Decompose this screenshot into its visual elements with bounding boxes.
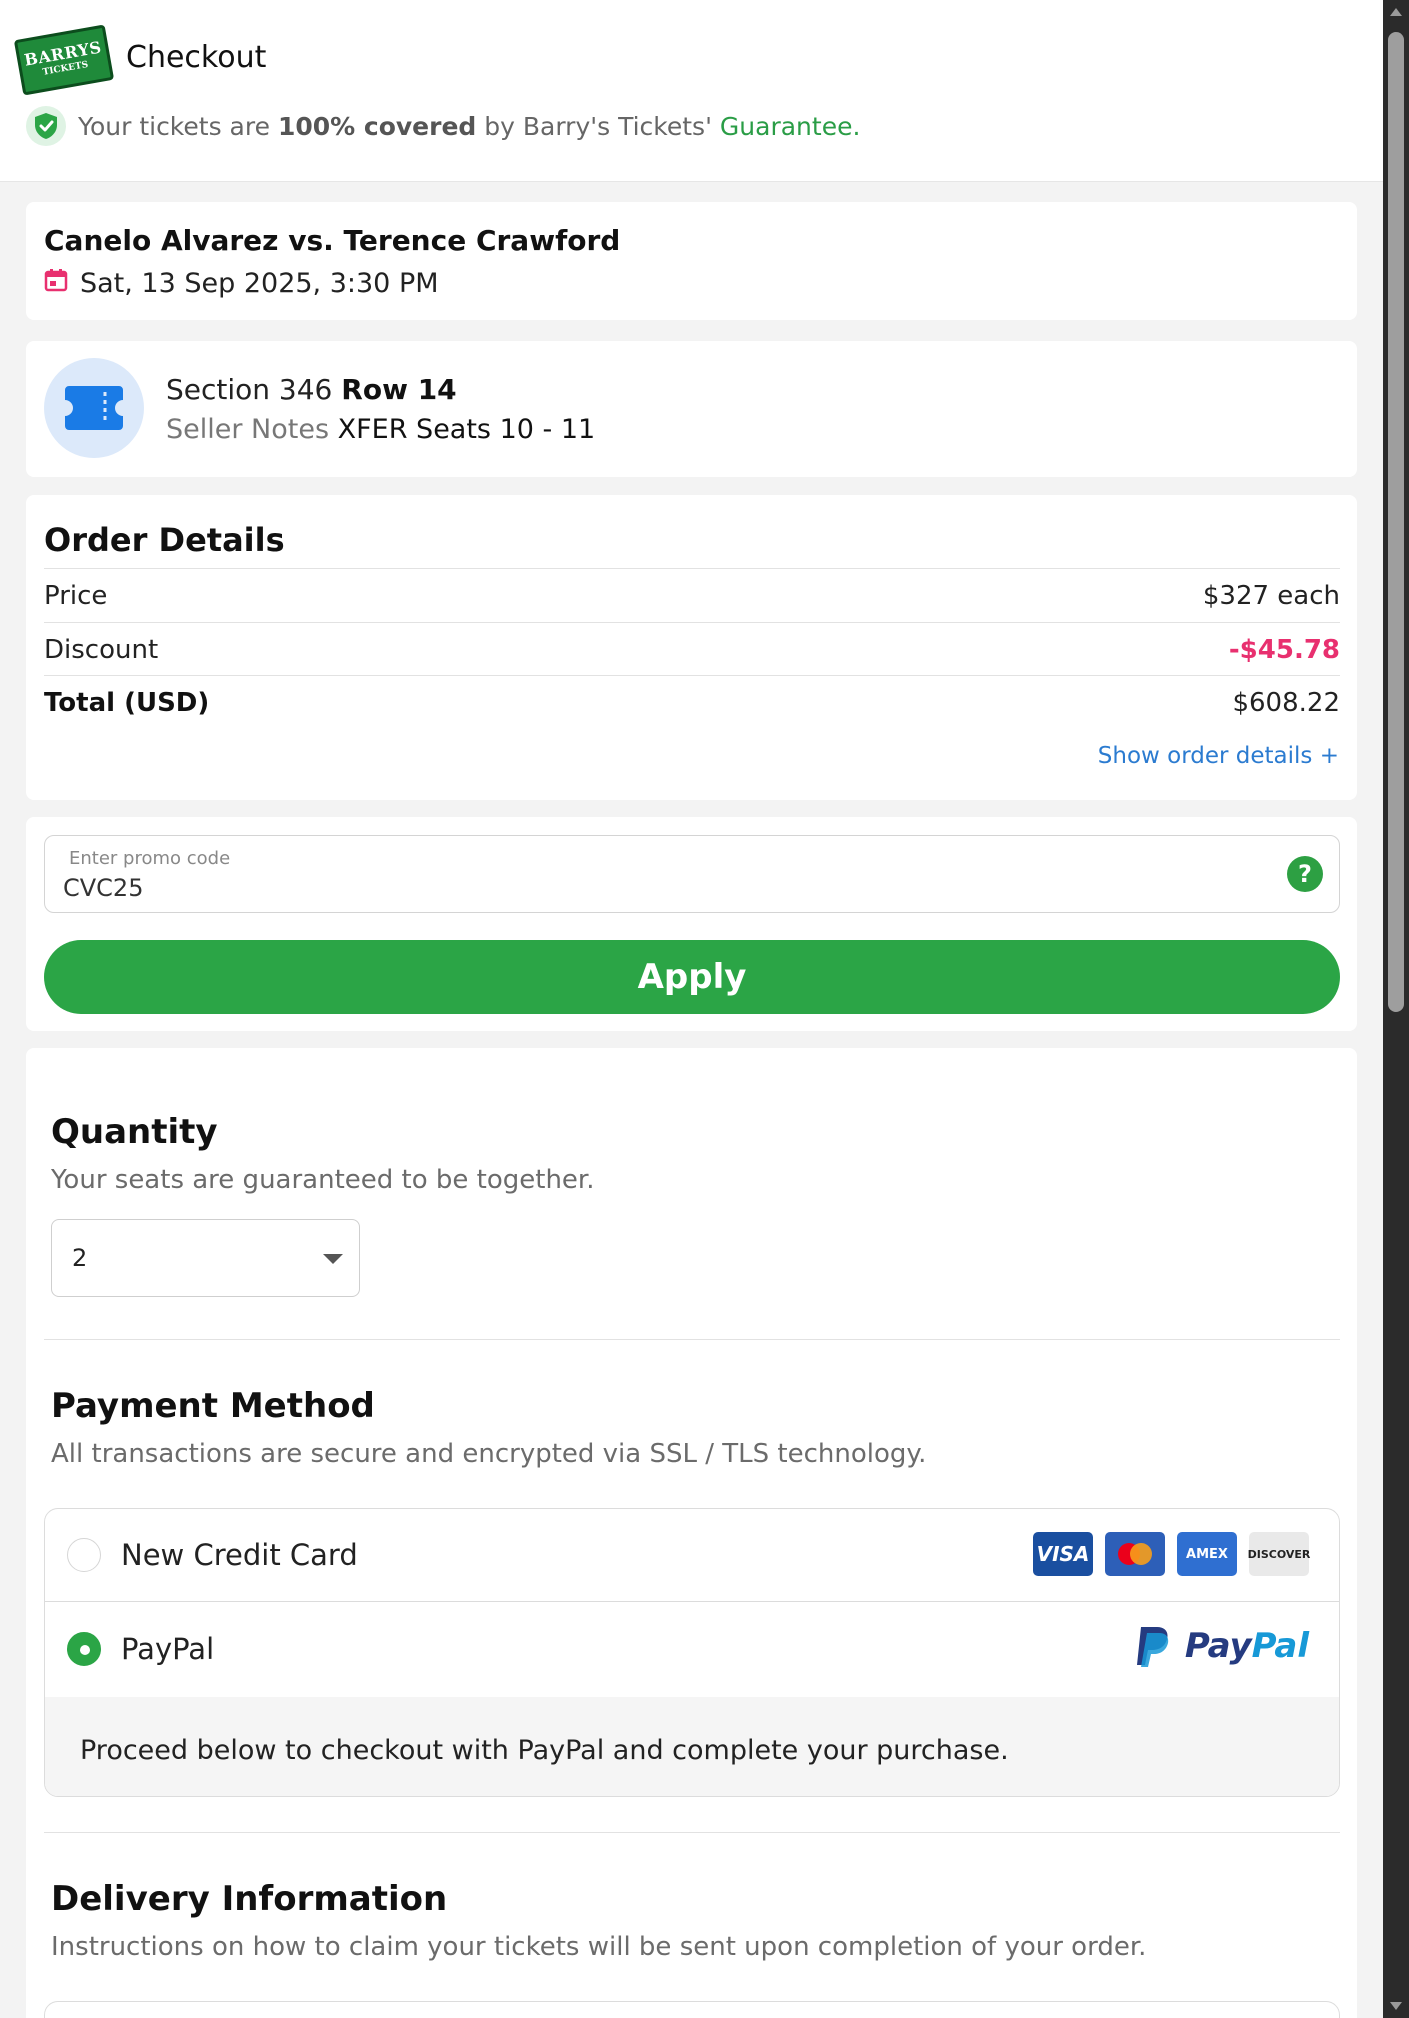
- checkout-form-card: Quantity Your seats are guaranteed to be…: [26, 1048, 1357, 2018]
- seller-notes: Seller Notes XFER Seats 10 - 11: [166, 414, 595, 445]
- credit-card-radio[interactable]: [67, 1538, 101, 1572]
- help-icon[interactable]: ?: [1287, 856, 1323, 892]
- delivery-field[interactable]: [44, 2001, 1340, 2018]
- guarantee-banner: Your tickets are 100% covered by Barry's…: [26, 106, 860, 146]
- order-row-price: Price $327 each: [44, 568, 1340, 622]
- apply-button[interactable]: Apply: [44, 940, 1340, 1014]
- paypal-p-icon: [1136, 1627, 1169, 1667]
- total-label: Total (USD): [44, 687, 210, 718]
- paypal-logo: PayPal: [1135, 1625, 1309, 1667]
- payment-options: New Credit Card VISA AMEX DISCOVER PayPa…: [44, 1508, 1340, 1797]
- page-title: Checkout: [126, 40, 267, 75]
- promo-card: Enter promo code CVC25 ? Apply: [26, 817, 1357, 1031]
- card-brand-logos: VISA AMEX DISCOVER: [1033, 1532, 1310, 1576]
- payment-option-paypal[interactable]: PayPal PayPal: [45, 1603, 1339, 1696]
- promo-code-label: Enter promo code: [69, 848, 231, 869]
- delivery-title: Delivery Information: [51, 1879, 448, 1919]
- price-value: $327 each: [1202, 580, 1340, 611]
- payment-method-subtitle: All transactions are secure and encrypte…: [51, 1439, 927, 1469]
- row-label: Row 14: [341, 373, 457, 406]
- paypal-pay: Pay: [1184, 1626, 1252, 1666]
- delivery-subtitle: Instructions on how to claim your ticket…: [51, 1932, 1147, 1962]
- scrollbar-thumb[interactable]: [1388, 32, 1404, 1012]
- discount-label: Discount: [44, 634, 159, 665]
- vertical-scrollbar[interactable]: [1383, 0, 1409, 2018]
- order-row-total: Total (USD) $608.22: [44, 675, 1340, 729]
- event-date: Sat, 13 Sep 2025, 3:30 PM: [44, 268, 439, 299]
- amex-icon: AMEX: [1177, 1532, 1237, 1576]
- order-row-discount: Discount -$45.78: [44, 622, 1340, 676]
- promo-code-field[interactable]: Enter promo code CVC25 ?: [44, 835, 1340, 913]
- discount-value: -$45.78: [1228, 634, 1340, 665]
- shield-check-icon: [26, 106, 66, 146]
- payment-option-credit-card[interactable]: New Credit Card VISA AMEX DISCOVER: [45, 1509, 1339, 1602]
- event-card: Canelo Alvarez vs. Terence Crawford Sat,…: [26, 202, 1357, 320]
- event-title: Canelo Alvarez vs. Terence Crawford: [44, 224, 621, 257]
- show-order-details-link[interactable]: Show order details +: [1098, 743, 1339, 769]
- event-date-text: Sat, 13 Sep 2025, 3:30 PM: [80, 268, 439, 299]
- credit-card-label: New Credit Card: [121, 1538, 358, 1572]
- quantity-select[interactable]: 2: [51, 1219, 360, 1297]
- order-details-title: Order Details: [44, 521, 285, 559]
- scroll-down-arrow-icon[interactable]: [1390, 2002, 1402, 2010]
- caret-down-icon: [323, 1254, 343, 1264]
- seat-card: Section 346 Row 14 Seller Notes XFER Sea…: [26, 341, 1357, 477]
- seller-notes-label: Seller Notes: [166, 414, 338, 445]
- seat-section-row: Section 346 Row 14: [166, 373, 457, 406]
- barrys-tickets-logo[interactable]: BARRYS TICKETS: [13, 24, 115, 96]
- section-label: Section 346: [166, 373, 342, 406]
- guarantee-link[interactable]: Guarantee.: [720, 112, 861, 141]
- promo-code-input[interactable]: CVC25: [63, 874, 143, 902]
- section-divider: [44, 1339, 1340, 1340]
- payment-method-title: Payment Method: [51, 1386, 375, 1426]
- guarantee-bold: 100% covered: [277, 111, 477, 141]
- price-label: Price: [44, 580, 108, 611]
- paypal-radio[interactable]: [67, 1632, 101, 1666]
- visa-icon: VISA: [1033, 1532, 1093, 1576]
- checkout-header: BARRYS TICKETS Checkout Your tickets are…: [0, 0, 1383, 182]
- discover-icon: DISCOVER: [1248, 1532, 1310, 1576]
- calendar-icon: [44, 268, 68, 299]
- ticket-icon: [44, 358, 144, 458]
- total-value: $608.22: [1232, 687, 1340, 718]
- quantity-title: Quantity: [51, 1112, 218, 1152]
- paypal-label: PayPal: [121, 1632, 215, 1666]
- section-divider: [44, 1832, 1340, 1833]
- quantity-subtitle: Your seats are guaranteed to be together…: [51, 1165, 595, 1195]
- mastercard-icon: [1105, 1532, 1165, 1576]
- seller-notes-value: XFER Seats 10 - 11: [337, 414, 596, 445]
- paypal-wordmark: PayPal: [1185, 1626, 1309, 1666]
- guarantee-prefix: Your tickets are: [78, 111, 278, 141]
- paypal-pal: Pal: [1251, 1626, 1309, 1666]
- quantity-selected-value: 2: [72, 1244, 88, 1272]
- guarantee-mid: by Barry's Tickets': [476, 111, 720, 141]
- paypal-note: Proceed below to checkout with PayPal an…: [45, 1697, 1339, 1796]
- order-details-card: Order Details Price $327 each Discount -…: [26, 495, 1357, 800]
- scroll-up-arrow-icon[interactable]: [1390, 8, 1402, 16]
- checkout-page: BARRYS TICKETS Checkout Your tickets are…: [0, 0, 1383, 2018]
